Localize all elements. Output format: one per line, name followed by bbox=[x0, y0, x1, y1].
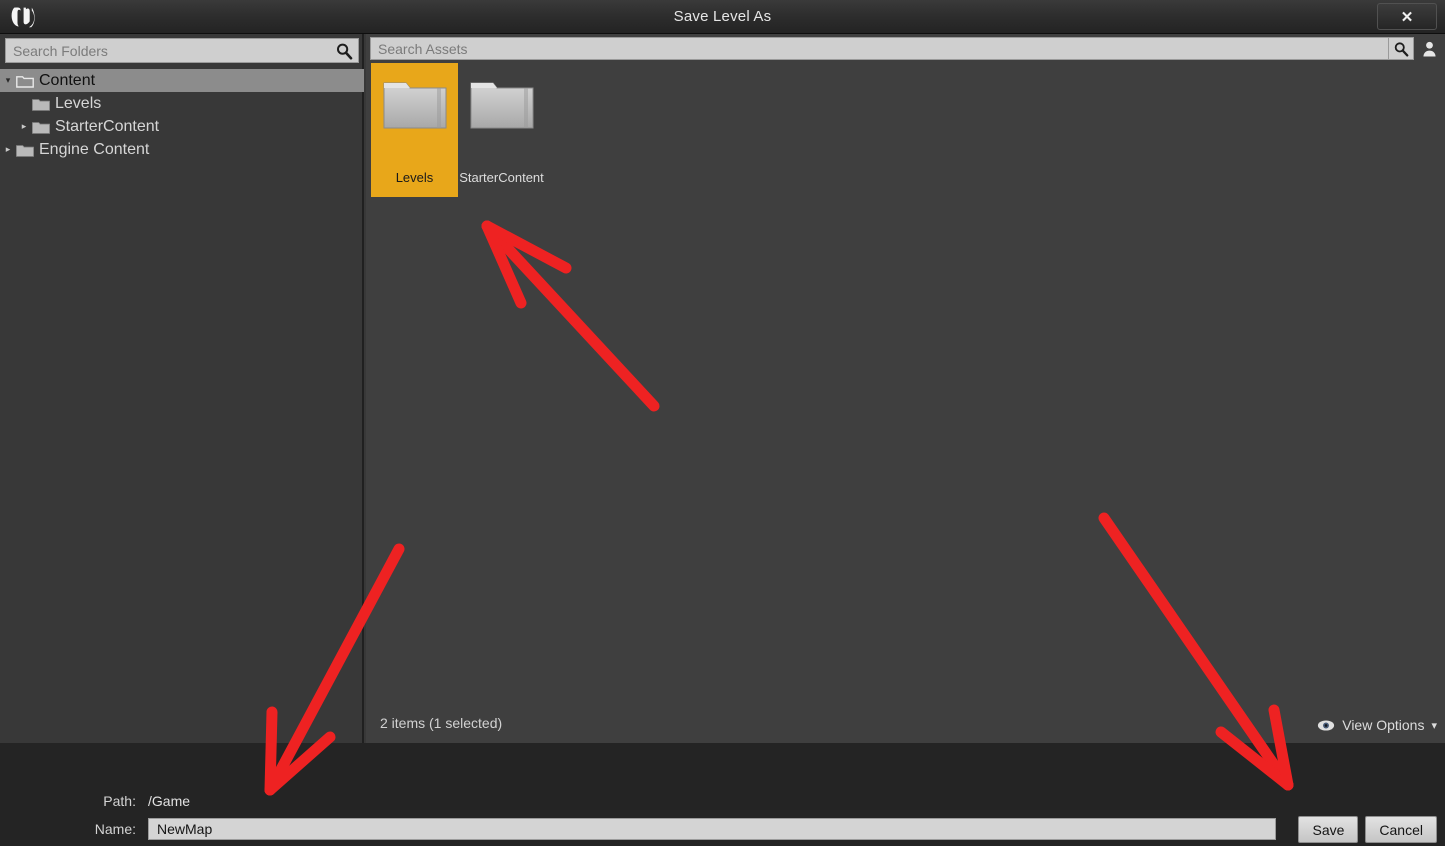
tree-item-label: Levels bbox=[55, 94, 102, 112]
tree-item-startercontent[interactable]: ▸ StarterContent bbox=[0, 115, 364, 138]
search-assets-input[interactable]: Search Assets bbox=[370, 37, 1407, 60]
asset-tile-grid: Levels StarterContent bbox=[371, 63, 545, 197]
asset-tile-startercontent[interactable]: StarterContent bbox=[458, 63, 545, 197]
tree-item-label: Engine Content bbox=[39, 140, 150, 158]
tree-item-engine-content[interactable]: ▸ Engine Content bbox=[0, 138, 364, 161]
save-button-label: Save bbox=[1312, 821, 1345, 838]
search-icon[interactable] bbox=[1388, 37, 1414, 60]
chevron-right-icon[interactable]: ▸ bbox=[16, 122, 32, 131]
search-folders-placeholder: Search Folders bbox=[13, 42, 108, 59]
chevron-down-icon: ▾ bbox=[1431, 719, 1437, 732]
asset-toolbar-icons bbox=[1388, 37, 1442, 60]
close-button[interactable]: ✕ bbox=[1377, 3, 1437, 30]
window-title: Save Level As bbox=[673, 8, 772, 25]
view-options-label: View Options bbox=[1342, 717, 1425, 733]
cancel-button[interactable]: Cancel bbox=[1365, 816, 1437, 843]
title-bar: Save Level As ✕ bbox=[0, 0, 1445, 34]
asset-browser-panel: Search Assets Levels StarterContent 2 ite… bbox=[366, 34, 1445, 743]
folder-icon bbox=[16, 143, 34, 157]
asset-tile-levels[interactable]: Levels bbox=[371, 63, 458, 197]
folder-open-icon bbox=[16, 74, 34, 88]
path-row: Path: /Game bbox=[0, 793, 190, 809]
save-button[interactable]: Save bbox=[1298, 816, 1359, 843]
tree-item-label: Content bbox=[39, 71, 96, 89]
folder-icon bbox=[32, 120, 50, 134]
dialog-footer: Path: /Game Name: NewMap Save Cancel bbox=[0, 743, 1445, 846]
tree-item-levels[interactable]: ▸Levels bbox=[0, 92, 364, 115]
eye-icon bbox=[1317, 719, 1335, 732]
footer-buttons: Save Cancel bbox=[1298, 816, 1437, 843]
search-assets-container: Search Assets bbox=[370, 37, 1407, 60]
search-assets-placeholder: Search Assets bbox=[378, 40, 468, 57]
save-level-as-dialog: Save Level As ✕ Search Folders ▾ Content ▸… bbox=[0, 0, 1445, 846]
cancel-button-label: Cancel bbox=[1379, 821, 1423, 838]
tree-item-content[interactable]: ▾ Content bbox=[0, 69, 364, 92]
search-folders-container: Search Folders bbox=[5, 38, 359, 63]
folder-tree-panel: Search Folders ▾Content▸Levels▸StarterCo… bbox=[0, 34, 364, 743]
asset-tile-label: Levels bbox=[395, 170, 434, 185]
asset-tile-label: StarterContent bbox=[459, 170, 544, 185]
folder-icon bbox=[467, 75, 537, 133]
name-input-value: NewMap bbox=[157, 821, 213, 837]
folder-icon bbox=[380, 75, 450, 133]
search-folders-input[interactable]: Search Folders bbox=[5, 38, 359, 63]
view-options-button[interactable]: View Options ▾ bbox=[1317, 717, 1437, 733]
search-icon[interactable] bbox=[335, 42, 353, 60]
path-label: Path: bbox=[103, 793, 136, 809]
folder-icon bbox=[32, 97, 50, 111]
close-icon: ✕ bbox=[1400, 8, 1414, 26]
status-bar-text: 2 items (1 selected) bbox=[380, 715, 503, 731]
chevron-right-icon[interactable]: ▸ bbox=[0, 145, 16, 154]
chevron-down-icon[interactable]: ▾ bbox=[0, 76, 16, 85]
path-value: /Game bbox=[148, 793, 191, 809]
folder-tree: ▾ Content ▸Levels ▸ StarterContent ▸ Engine Co… bbox=[0, 69, 364, 161]
tree-item-label: StarterContent bbox=[55, 117, 160, 135]
name-input[interactable]: NewMap bbox=[148, 818, 1276, 840]
name-row: Name: NewMap bbox=[0, 818, 1276, 840]
user-icon[interactable] bbox=[1416, 37, 1442, 60]
name-label: Name: bbox=[94, 821, 136, 837]
